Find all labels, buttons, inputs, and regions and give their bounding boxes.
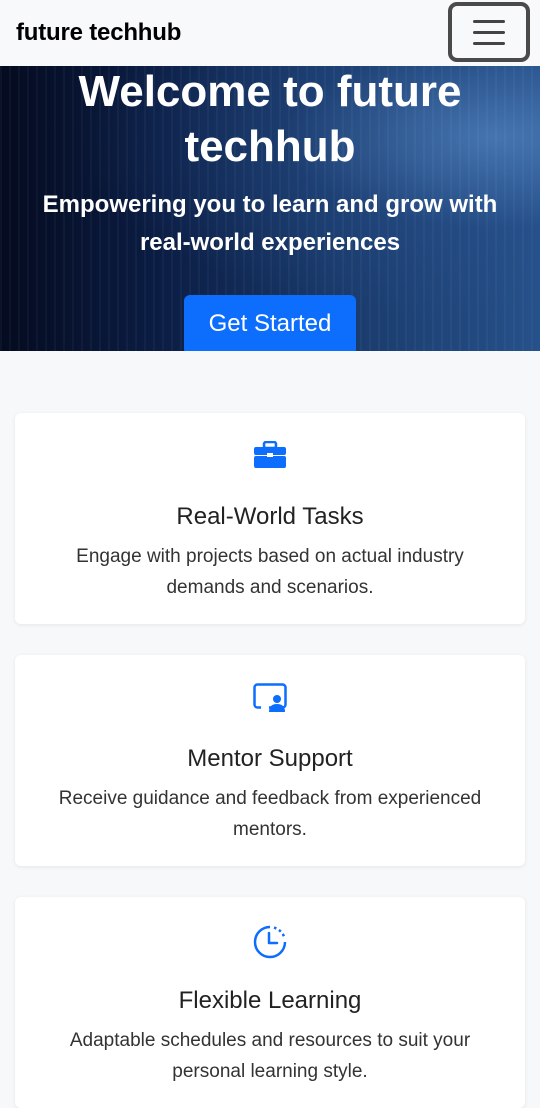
feature-card-real-world-tasks: Real-World Tasks Engage with projects ba… [15,413,525,624]
feature-title: Real-World Tasks [176,503,364,530]
feature-card-flexible-learning: Flexible Learning Adaptable schedules an… [15,897,525,1108]
navbar: future techhub [0,0,540,66]
clock-history-icon [15,925,525,959]
feature-card-mentor-support: Mentor Support Receive guidance and feed… [15,655,525,866]
hero-section: Welcome to future techhub Empowering you… [0,66,540,351]
feature-description: Receive guidance and feedback from exper… [58,788,482,840]
feature-title: Flexible Learning [178,987,362,1014]
feature-title: Mentor Support [187,745,353,772]
hero-title: Welcome to future techhub [78,67,462,171]
feature-description: Adaptable schedules and resources to sui… [69,1030,471,1082]
person-video-icon [15,683,525,712]
hamburger-menu-icon [473,19,505,23]
brand-logo-text[interactable]: future techhub [16,19,181,47]
hamburger-menu-icon-bar [473,41,505,45]
hamburger-menu-button[interactable] [448,2,530,62]
features-section: Real-World Tasks Engage with projects ba… [0,351,540,1108]
feature-description: Engage with projects based on actual ind… [76,546,464,598]
hero-subtitle: Empowering you to learn and grow with re… [42,191,498,256]
hamburger-menu-icon-bar [473,30,505,34]
briefcase-icon [15,441,525,469]
get-started-button[interactable]: Get Started [184,295,356,351]
